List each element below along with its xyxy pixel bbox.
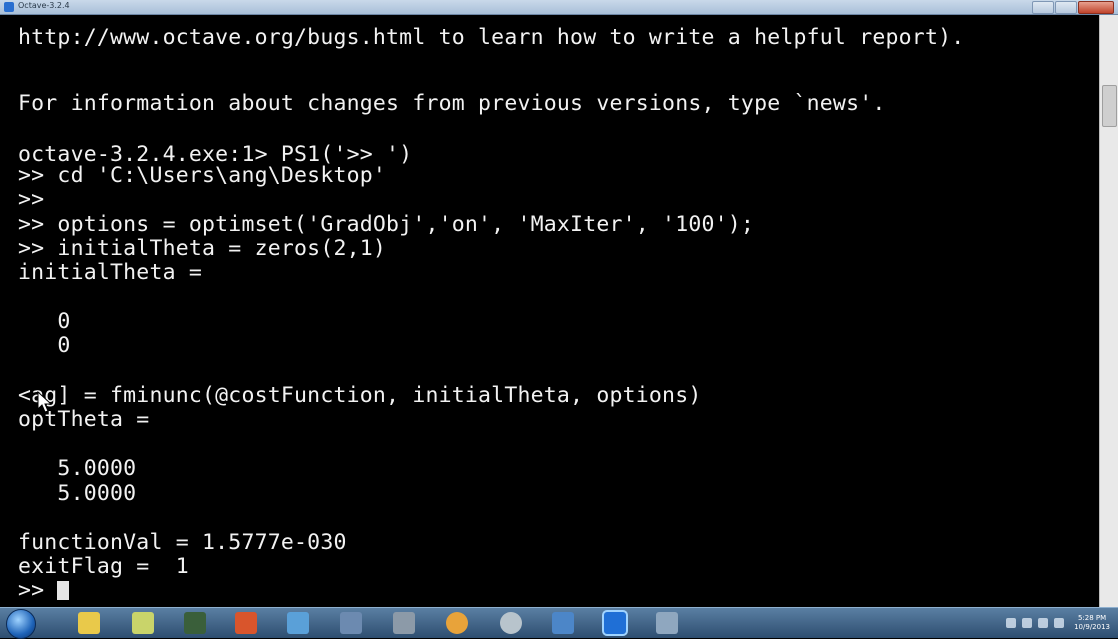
title-bar[interactable]: Octave-3.2.4 xyxy=(0,0,1118,15)
volume-icon[interactable] xyxy=(1022,618,1033,628)
shield-icon[interactable] xyxy=(552,612,574,634)
console-line: http://www.octave.org/bugs.html to learn… xyxy=(18,25,965,50)
console-line: >> xyxy=(18,187,45,212)
app-icon[interactable] xyxy=(500,612,522,634)
folder-icon[interactable] xyxy=(132,612,154,634)
console-line: exitFlag = 1 xyxy=(18,554,189,579)
explorer-icon[interactable] xyxy=(78,612,100,634)
chrome-icon[interactable] xyxy=(446,612,468,634)
console-line: 5.0000 xyxy=(18,456,137,481)
console-line: For information about changes from previ… xyxy=(18,91,886,116)
clock[interactable]: 5:28 PM 10/9/2013 xyxy=(1074,614,1110,632)
octave-app-icon xyxy=(4,2,14,12)
powerpoint-icon[interactable] xyxy=(235,612,257,634)
console-line: >> cd 'C:\Users\ang\Desktop' xyxy=(18,163,387,188)
maximize-button[interactable] xyxy=(1055,1,1077,14)
prompt: >> xyxy=(18,578,58,603)
flag-icon[interactable] xyxy=(1038,618,1049,628)
clock-date: 10/9/2013 xyxy=(1074,623,1110,631)
window-title: Octave-3.2.4 xyxy=(18,1,70,10)
scrollbar-thumb[interactable] xyxy=(1102,85,1117,127)
vertical-scrollbar[interactable] xyxy=(1099,15,1118,607)
system-tray: 5:28 PM 10/9/2013 xyxy=(1006,611,1110,635)
prompt-line: >> xyxy=(18,578,70,603)
tray-arrow-icon[interactable] xyxy=(1006,618,1017,628)
start-orb-icon[interactable] xyxy=(6,609,36,639)
network-tray-icon[interactable] xyxy=(1054,618,1065,628)
console-line: initialTheta = xyxy=(18,260,203,285)
console-line: 0 xyxy=(18,309,71,334)
console-line: functionVal = 1.5777e-030 xyxy=(18,530,347,555)
mouse-pointer-icon xyxy=(37,391,53,413)
clock-time: 5:28 PM xyxy=(1077,614,1107,622)
window-icon[interactable] xyxy=(656,612,678,634)
network-icon[interactable] xyxy=(340,612,362,634)
console-output[interactable]: http://www.octave.org/bugs.html to learn… xyxy=(0,15,1100,607)
minimize-button[interactable] xyxy=(1032,1,1054,14)
taskbar: 5:28 PM 10/9/2013 xyxy=(0,607,1118,639)
text-cursor xyxy=(57,581,70,600)
console-line: 5.0000 xyxy=(18,481,137,506)
octave-icon[interactable] xyxy=(602,610,628,636)
window-controls xyxy=(1032,1,1114,14)
console-line: >> initialTheta = zeros(2,1) xyxy=(18,236,387,261)
console-line: >> options = optimset('GradObj','on', 'M… xyxy=(18,212,755,237)
media-icon[interactable] xyxy=(184,612,206,634)
console-line: 0 xyxy=(18,333,71,358)
console-line: <ag] = fminunc(@costFunction, initialThe… xyxy=(18,383,702,408)
close-button[interactable] xyxy=(1078,1,1114,14)
calculator-icon[interactable] xyxy=(393,612,415,634)
paint-icon[interactable] xyxy=(287,612,309,634)
